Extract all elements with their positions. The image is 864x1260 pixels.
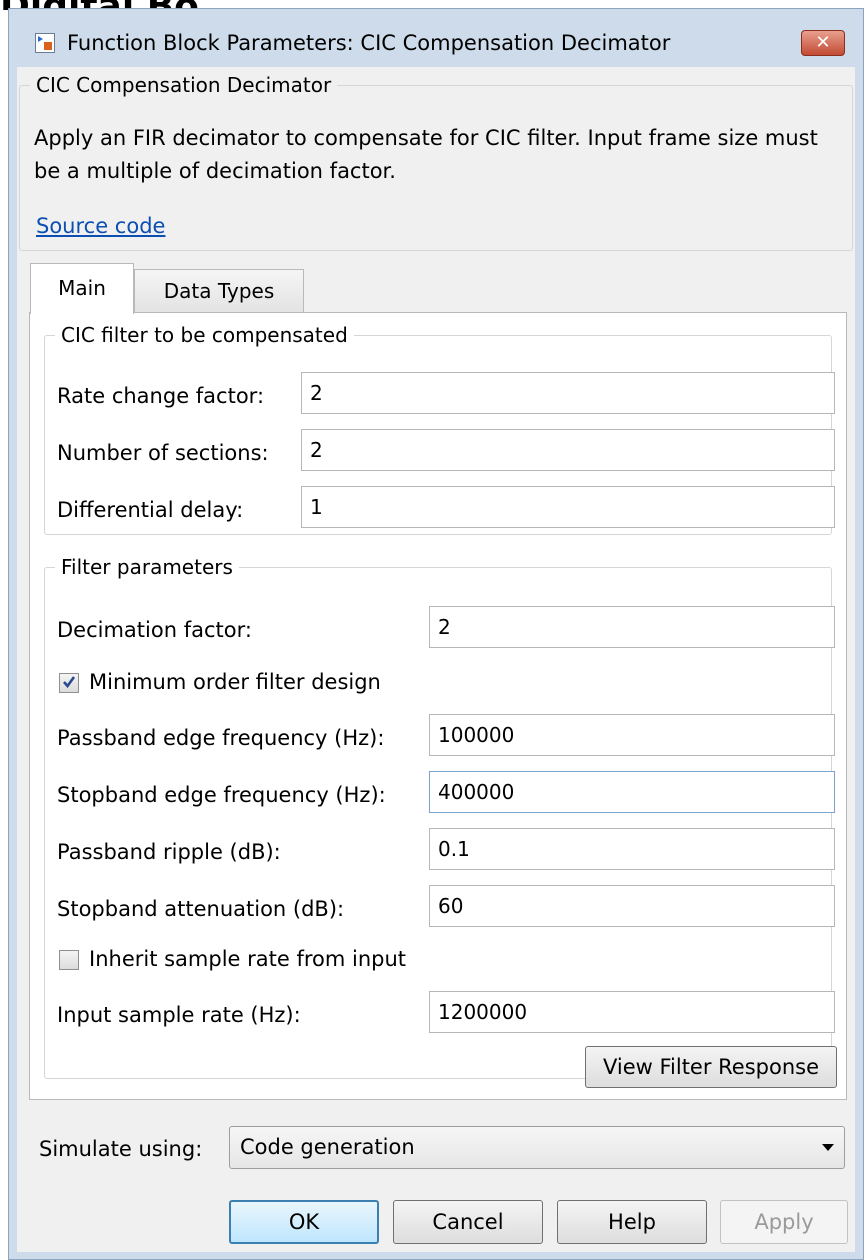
diff-delay-input[interactable]: 1 <box>301 486 835 528</box>
dialog-window: Function Block Parameters: CIC Compensat… <box>8 8 864 1260</box>
passband-ripple-input[interactable]: 0.1 <box>429 828 835 870</box>
passband-edge-input[interactable]: 100000 <box>429 714 835 756</box>
input-rate-label: Input sample rate (Hz): <box>57 1003 301 1027</box>
stopband-atten-input[interactable]: 60 <box>429 885 835 927</box>
filter-group-title: Filter parameters <box>55 555 239 579</box>
cancel-button[interactable]: Cancel <box>393 1200 543 1244</box>
block-description: Apply an FIR decimator to compensate for… <box>34 126 818 183</box>
chevron-down-icon <box>822 1144 834 1151</box>
sections-input[interactable]: 2 <box>301 429 835 471</box>
stopband-edge-label: Stopband edge frequency (Hz): <box>57 783 386 807</box>
window-title: Function Block Parameters: CIC Compensat… <box>67 31 671 55</box>
tab-data-types[interactable]: Data Types <box>134 269 304 313</box>
decimation-input[interactable]: 2 <box>429 606 835 648</box>
filter-parameters-group: Filter parameters Decimation factor: 2 M… <box>44 555 837 1088</box>
dialog-body: CIC Compensation Decimator Apply an FIR … <box>17 67 855 1252</box>
decimation-label: Decimation factor: <box>57 618 252 642</box>
ok-button[interactable]: OK <box>229 1200 379 1244</box>
diff-delay-label: Differential delay: <box>57 498 244 522</box>
block-name: CIC Compensation Decimator <box>30 73 338 97</box>
tab-main[interactable]: Main <box>30 263 134 314</box>
view-filter-response-button[interactable]: View Filter Response <box>585 1046 837 1088</box>
simulate-dropdown[interactable]: Code generation <box>229 1126 845 1169</box>
stopband-edge-input[interactable]: 400000 <box>429 771 835 813</box>
apply-button[interactable]: Apply <box>720 1200 848 1244</box>
inherit-rate-label[interactable]: Inherit sample rate from input <box>89 947 406 971</box>
checkmark-icon <box>63 676 76 689</box>
rate-change-label: Rate change factor: <box>57 384 265 408</box>
source-code-link[interactable]: Source code <box>36 214 165 238</box>
cic-filter-group: CIC filter to be compensated Rate change… <box>44 323 835 535</box>
input-rate-input[interactable]: 1200000 <box>429 991 835 1033</box>
cic-group-title: CIC filter to be compensated <box>55 323 354 347</box>
simulate-value: Code generation <box>240 1135 415 1159</box>
main-tab-panel: CIC filter to be compensated Rate change… <box>29 312 847 1100</box>
stopband-atten-label: Stopband attenuation (dB): <box>57 897 345 921</box>
min-order-label[interactable]: Minimum order filter design <box>89 670 381 694</box>
simulink-block-icon <box>35 33 55 53</box>
title-bar[interactable]: Function Block Parameters: CIC Compensat… <box>9 9 863 67</box>
rate-change-input[interactable]: 2 <box>301 372 835 414</box>
passband-edge-label: Passband edge frequency (Hz): <box>57 726 385 750</box>
min-order-checkbox[interactable] <box>59 673 79 693</box>
sections-label: Number of sections: <box>57 441 269 465</box>
block-description-group: CIC Compensation Decimator Apply an FIR … <box>19 73 853 251</box>
close-button[interactable]: ✕ <box>801 30 845 56</box>
inherit-rate-checkbox[interactable] <box>59 950 79 970</box>
simulate-label: Simulate using: <box>39 1137 203 1161</box>
help-button[interactable]: Help <box>557 1200 707 1244</box>
passband-ripple-label: Passband ripple (dB): <box>57 840 281 864</box>
